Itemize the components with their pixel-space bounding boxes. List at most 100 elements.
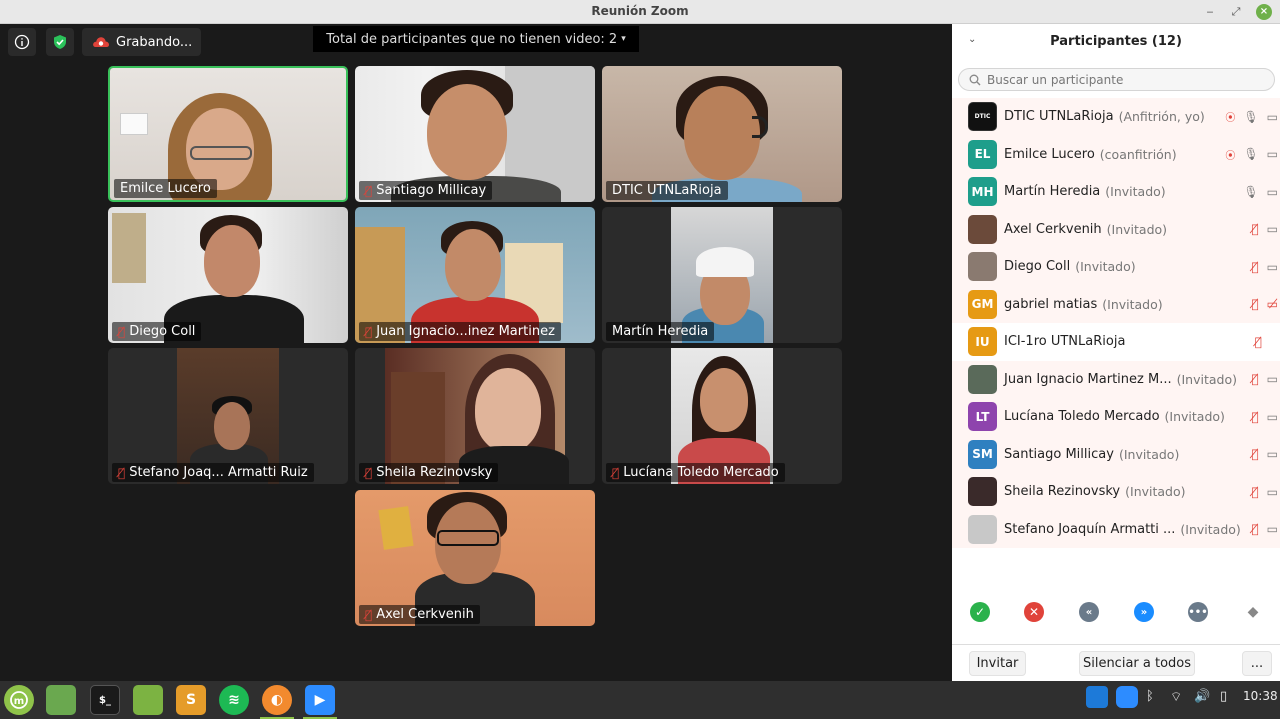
security-shield-icon[interactable] [46, 28, 74, 56]
participant-search-input[interactable]: Buscar un participante [958, 68, 1275, 91]
camera-icon[interactable]: ▭ [1267, 260, 1278, 274]
cloud-record-icon [93, 37, 109, 47]
info-icon[interactable] [8, 28, 36, 56]
mic-muted-icon[interactable]: 🎙̸ [1251, 485, 1258, 499]
tile-name-caption: 🎙̸ Juan Ignacio...inez Martinez [359, 322, 561, 341]
video-tile[interactable]: 🎙̸ Sheila Rezinovsky [355, 348, 595, 484]
no-x-icon[interactable]: ✕ [1024, 602, 1044, 622]
tile-name-caption: 🎙̸ Diego Coll [112, 322, 202, 341]
video-tile[interactable]: Emilce Lucero [108, 66, 348, 202]
participant-row[interactable]: Sheila Rezinovsky (Invitado) 🎙̸ ▭ [952, 473, 1280, 511]
terminal-icon[interactable]: $_ [90, 685, 120, 715]
zoom-tray-icon[interactable] [1116, 686, 1138, 708]
mic-muted-icon[interactable]: 🎙̸ [1251, 260, 1258, 274]
tile-name-caption: 🎙̸ Santiago Millicay [359, 181, 493, 200]
avatar: GM [968, 289, 997, 319]
tile-name-caption: 🎙̸ Axel Cerkvenih [359, 605, 480, 624]
close-icon[interactable]: × [1256, 4, 1272, 20]
camera-icon[interactable]: ▭ [1267, 185, 1278, 199]
participant-row[interactable]: Axel Cerkvenih (Invitado) 🎙̸ ▭ [952, 210, 1280, 248]
video-tile[interactable]: 🎙̸ Santiago Millicay [355, 66, 595, 202]
camera-icon[interactable]: ▭ [1267, 222, 1278, 236]
zoom-app-icon[interactable]: ▶ [303, 685, 337, 719]
volume-icon[interactable]: 🔊 [1194, 689, 1210, 704]
tile-name-caption: 🎙̸ Sheila Rezinovsky [359, 463, 499, 482]
video-tile[interactable]: Martín Heredia [602, 207, 842, 343]
firefox-icon[interactable]: ◐ [260, 685, 294, 719]
video-tile[interactable]: 🎙̸ Lucíana Toledo Mercado [602, 348, 842, 484]
camera-icon[interactable]: ▭ [1267, 372, 1278, 386]
mic-muted-icon[interactable]: 🎙̸ [1251, 410, 1258, 424]
avatar: DTIC [968, 102, 997, 132]
camera-icon[interactable]: ▭ [1267, 447, 1278, 461]
sublime-text-icon[interactable]: S [176, 685, 206, 715]
mic-icon[interactable]: 🎙 [1243, 147, 1258, 161]
more-options-button[interactable]: ... [1242, 651, 1272, 676]
mic-icon[interactable]: 🎙 [1243, 185, 1258, 199]
recording-dot-icon: ⦿ [1225, 150, 1236, 162]
camera-icon[interactable]: ▭ [1267, 410, 1278, 424]
video-tile[interactable]: 🎙̸ Diego Coll [108, 207, 348, 343]
more-reactions-icon[interactable]: ••• [1188, 602, 1208, 622]
mic-muted-icon[interactable]: 🎙̸ [1251, 372, 1258, 386]
participant-row[interactable]: SM Santiago Millicay (Invitado) 🎙̸ ▭ [952, 435, 1280, 473]
mic-muted-icon: 🎙̸ [365, 183, 373, 198]
mic-muted-icon[interactable]: 🎙̸ [1251, 297, 1258, 311]
avatar: EL [968, 139, 997, 169]
participant-row[interactable]: GM gabriel matias (Invitado) 🎙̸ ▭̸ [952, 285, 1280, 323]
recording-indicator[interactable]: Grabando... [82, 28, 201, 56]
tile-name-caption: Emilce Lucero [114, 179, 217, 198]
mic-muted-icon[interactable]: 🎙̸ [1251, 522, 1258, 536]
camera-icon[interactable]: ▭ [1267, 147, 1278, 161]
go-faster-icon[interactable]: » [1134, 602, 1154, 622]
avatar [968, 252, 997, 282]
participant-row[interactable]: IU ICI-1ro UTNLaRioja 🎙̸ [952, 323, 1280, 361]
participant-row[interactable]: EL Emilce Lucero (coanfitrión) ⦿ 🎙 ▭ [952, 135, 1280, 173]
battery-icon[interactable]: ▯ [1220, 689, 1227, 704]
minimize-icon[interactable]: ‒ [1202, 4, 1218, 20]
wifi-icon[interactable]: ⌔ [1170, 689, 1182, 705]
mic-muted-icon[interactable]: 🎙̸ [1255, 335, 1262, 349]
video-tile[interactable]: 🎙̸ Juan Ignacio...inez Martinez [355, 207, 595, 343]
tile-name-caption: 🎙̸ Stefano Joaq... Armatti Ruiz [112, 463, 314, 482]
maximize-icon[interactable]: ⤢ [1228, 4, 1244, 20]
search-placeholder: Buscar un participante [987, 72, 1124, 87]
clock[interactable]: 10:38 [1243, 689, 1278, 703]
mute-all-button[interactable]: Silenciar a todos [1079, 651, 1195, 676]
invite-button[interactable]: Invitar [969, 651, 1026, 676]
yes-check-icon[interactable]: ✓ [970, 602, 990, 622]
camera-off-icon[interactable]: ▭̸ [1267, 297, 1278, 311]
show-desktop-icon[interactable] [46, 685, 76, 715]
participant-row[interactable]: LT Lucíana Toledo Mercado (Invitado) 🎙̸ ▭ [952, 398, 1280, 436]
go-slower-icon[interactable]: « [1079, 602, 1099, 622]
participant-row[interactable]: Stefano Joaquín Armatti ... (Invitado) 🎙… [952, 510, 1280, 548]
bluetooth-icon[interactable]: ᛒ [1146, 689, 1154, 704]
mint-menu-icon[interactable]: m [4, 685, 34, 715]
participant-row[interactable]: Diego Coll (Invitado) 🎙̸ ▭ [952, 248, 1280, 286]
mic-muted-icon[interactable]: 🎙̸ [1251, 447, 1258, 461]
participant-row[interactable]: Juan Ignacio Martinez M... (Invitado) 🎙̸… [952, 360, 1280, 398]
meeting-area: Grabando... Total de participantes que n… [0, 24, 952, 681]
video-tile[interactable]: 🎙̸ Stefano Joaq... Armatti Ruiz [108, 348, 348, 484]
video-tile[interactable]: 🎙̸ Axel Cerkvenih [355, 490, 595, 626]
camera-icon[interactable]: ▭ [1267, 110, 1278, 124]
mic-icon[interactable]: 🎙 [1243, 110, 1258, 124]
teamviewer-tray-icon[interactable] [1086, 686, 1108, 708]
recording-label: Grabando... [116, 34, 193, 50]
participant-row[interactable]: DTIC DTIC UTNLaRioja (Anfitrión, yo) ⦿ 🎙 ▭ [952, 98, 1280, 136]
camera-icon[interactable]: ▭ [1267, 485, 1278, 499]
spotify-icon[interactable]: ≋ [219, 685, 249, 715]
window-titlebar: Reunión Zoom ‒ ⤢ × [0, 0, 1280, 24]
mic-muted-icon: 🎙̸ [365, 607, 373, 622]
mic-muted-icon: 🎙̸ [612, 465, 620, 480]
avatar [968, 514, 997, 544]
files-folder-icon[interactable] [133, 685, 163, 715]
video-tile[interactable]: DTIC UTNLaRioja [602, 66, 842, 202]
clear-eraser-icon[interactable]: ◆ [1243, 602, 1263, 622]
tile-name-caption: 🎙̸ Lucíana Toledo Mercado [606, 463, 785, 482]
mic-muted-icon[interactable]: 🎙̸ [1251, 222, 1258, 236]
camera-icon[interactable]: ▭ [1267, 522, 1278, 536]
participant-row[interactable]: MH Martín Heredia (Invitado) 🎙 ▭ [952, 173, 1280, 211]
no-video-banner[interactable]: Total de participantes que no tienen vid… [313, 26, 639, 52]
participants-panel: ⌄ Participantes (12) Buscar un participa… [952, 24, 1280, 681]
